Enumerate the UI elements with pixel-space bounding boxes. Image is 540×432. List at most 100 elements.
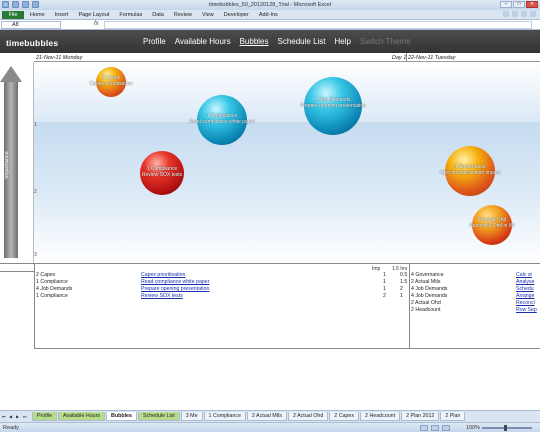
page-break-view-icon[interactable] xyxy=(442,425,450,431)
tab-developer[interactable]: Developer xyxy=(224,12,249,18)
sheet-tab-available-hours[interactable]: Available Hours xyxy=(58,412,106,421)
task-link[interactable]: Reconci xyxy=(516,300,535,306)
formula-input[interactable] xyxy=(104,21,532,29)
app-nav: Profile Available Hours Bubbles Schedule… xyxy=(143,37,411,46)
tab-page-layout[interactable]: Page Layout xyxy=(78,12,109,18)
tick-label: 2 xyxy=(34,189,37,195)
tab-formulas[interactable]: Formulas xyxy=(119,12,142,18)
task-category: 2 Actual Ohd xyxy=(411,300,441,306)
nav-switch-theme[interactable]: Switch Theme xyxy=(360,37,411,46)
task-category: 2 Capex xyxy=(36,272,56,278)
zoom-slider[interactable] xyxy=(482,427,532,429)
name-box[interactable]: A8 xyxy=(1,21,61,29)
normal-view-icon[interactable] xyxy=(420,425,428,431)
bubble-label: 1 Compliance Read compliance white paper xyxy=(189,113,255,125)
prev-sheet-icon[interactable]: ◀ xyxy=(9,414,14,419)
sheet-tab-profile[interactable]: Profile xyxy=(32,412,58,421)
task-imp: 2 xyxy=(383,293,386,299)
task-imp: 1 xyxy=(383,272,386,278)
sheet-tab-3-me[interactable]: 3 Me xyxy=(180,412,203,421)
bubble-label: 1 Compliance Review SOX tests xyxy=(141,166,183,178)
sheet-tab-1-compliance[interactable]: 1 Compliance xyxy=(203,412,246,421)
window-title: timebubbles_50_20120128_Trial - Microsof… xyxy=(208,2,332,8)
task-link[interactable]: Schedu xyxy=(516,286,534,292)
page-layout-view-icon[interactable] xyxy=(431,425,439,431)
nav-schedule-list[interactable]: Schedule List xyxy=(278,37,326,46)
last-sheet-icon[interactable]: ⏭ xyxy=(23,414,28,419)
brand-logo: timebubbles xyxy=(6,38,59,48)
minimize-button[interactable]: – xyxy=(500,1,512,8)
task-category: 4 Governance xyxy=(411,272,444,278)
sheet-tab-2-actual-ohd[interactable]: 2 Actual Ohd xyxy=(287,412,329,421)
task-category: 4 Job Demands xyxy=(411,286,448,292)
zoom-level[interactable]: 100% xyxy=(466,425,480,431)
tick-label: 3 xyxy=(34,252,37,258)
sheet-tab-2-capex[interactable]: 2 Capex xyxy=(329,412,360,421)
task-link[interactable]: Calc st xyxy=(516,272,532,278)
workbook-close-icon[interactable] xyxy=(530,11,536,17)
tab-home[interactable]: Home xyxy=(30,12,45,18)
tab-view[interactable]: View xyxy=(202,12,214,18)
task-link[interactable]: Read compliance white paper xyxy=(141,279,209,285)
axis-label: Importance xyxy=(4,151,10,179)
bubble-governance[interactable]: 4 Governance Ops standardisation impact xyxy=(440,146,500,196)
fx-icon[interactable]: fx xyxy=(94,21,99,27)
task-hrs: 2 xyxy=(400,286,403,292)
close-button[interactable]: ✕ xyxy=(526,1,538,8)
bubble-plot[interactable]: 1 2 3 2 Capex Capex prioritisation 1 Comp… xyxy=(34,62,540,263)
sheet-tabs: Profile Available Hours Bubbles Schedule… xyxy=(32,412,466,421)
tab-add-ins[interactable]: Add-Ins xyxy=(259,12,278,18)
importance-axis: Importance xyxy=(0,62,34,263)
task-category: 2 Actual Mtls xyxy=(411,279,441,285)
ribbon-help xyxy=(503,11,536,17)
day-number: Day 1 xyxy=(392,55,407,61)
sheet-tab-2-headcount[interactable]: 2 Headcount xyxy=(360,412,401,421)
bubble-compliance-paper[interactable]: 1 Compliance Read compliance white paper xyxy=(189,95,255,145)
nav-available-hours[interactable]: Available Hours xyxy=(175,37,231,46)
first-sheet-icon[interactable]: ⏮ xyxy=(2,414,7,419)
task-link[interactable]: Analyse xyxy=(516,279,534,285)
tab-data[interactable]: Data xyxy=(152,12,164,18)
file-tab[interactable]: File xyxy=(2,11,24,19)
collapse-ribbon-icon[interactable] xyxy=(503,11,509,17)
task-link[interactable]: Prepare opening presentation xyxy=(141,286,209,292)
bubble-label: 2 Capex Capex prioritisation xyxy=(89,75,133,87)
next-sheet-icon[interactable]: ▶ xyxy=(16,414,21,419)
restore-button[interactable]: □ xyxy=(513,1,525,8)
task-category: 4 Job Demands xyxy=(411,293,448,299)
tab-insert[interactable]: Insert xyxy=(55,12,69,18)
help-icon[interactable] xyxy=(512,11,518,17)
title-bar: X timebubbles_50_20120128_Trial - Micros… xyxy=(0,0,540,10)
task-link[interactable]: Capex prioritisation xyxy=(141,272,185,278)
bubble-label: 4 Governance Ops standardisation impact xyxy=(439,164,501,176)
app-header: timebubbles Profile Available Hours Bubb… xyxy=(0,30,540,53)
formula-bar: A8 fx xyxy=(0,20,540,30)
sheet-tab-schedule-list[interactable]: Schedule List xyxy=(137,412,180,421)
sheet-tab-2-plan[interactable]: 2 Plan xyxy=(440,412,466,421)
task-category: 2 Headcount xyxy=(411,307,441,313)
tab-review[interactable]: Review xyxy=(174,12,192,18)
column-divider xyxy=(34,264,35,349)
ribbon: File Home Insert Page Layout Formulas Da… xyxy=(0,10,540,20)
bubble-label: 2 Actual Ohd Reconcile Ohd in Wi xyxy=(469,217,515,229)
tab-scroll-buttons: ⏮ ◀ ▶ ⏭ xyxy=(2,414,28,419)
bubble-sox-tests[interactable]: 1 Compliance Review SOX tests xyxy=(140,151,184,195)
zoom-slider-handle[interactable] xyxy=(504,425,507,431)
bubble-capex[interactable]: 2 Capex Capex prioritisation xyxy=(90,67,132,97)
workbook-minimize-icon[interactable] xyxy=(521,11,527,17)
nav-help[interactable]: Help xyxy=(335,37,351,46)
sheet-tab-2-plan-2012[interactable]: 2 Plan 2012 xyxy=(401,412,440,421)
task-link[interactable]: Rvw Sep xyxy=(516,307,537,313)
nav-profile[interactable]: Profile xyxy=(143,37,166,46)
sheet-tab-2-actual-mtls[interactable]: 2 Actual Mtls xyxy=(246,412,287,421)
task-link[interactable]: Arrange xyxy=(516,293,534,299)
sheet-tab-bubbles[interactable]: Bubbles xyxy=(106,412,137,421)
day-column-divider xyxy=(409,264,410,349)
task-link[interactable]: Review SOX tests xyxy=(141,293,183,299)
nav-bubbles[interactable]: Bubbles xyxy=(240,37,269,46)
ribbon-tabs: Home Insert Page Layout Formulas Data Re… xyxy=(30,12,288,18)
bubble-actual-ohd[interactable]: 2 Actual Ohd Reconcile Ohd in Wi xyxy=(469,205,515,245)
bubble-opening-presentation[interactable]: 4 Job Demands Prepare opening presentatio… xyxy=(300,77,366,135)
arrow-up-icon xyxy=(0,66,22,82)
task-imp: 1 xyxy=(383,286,386,292)
